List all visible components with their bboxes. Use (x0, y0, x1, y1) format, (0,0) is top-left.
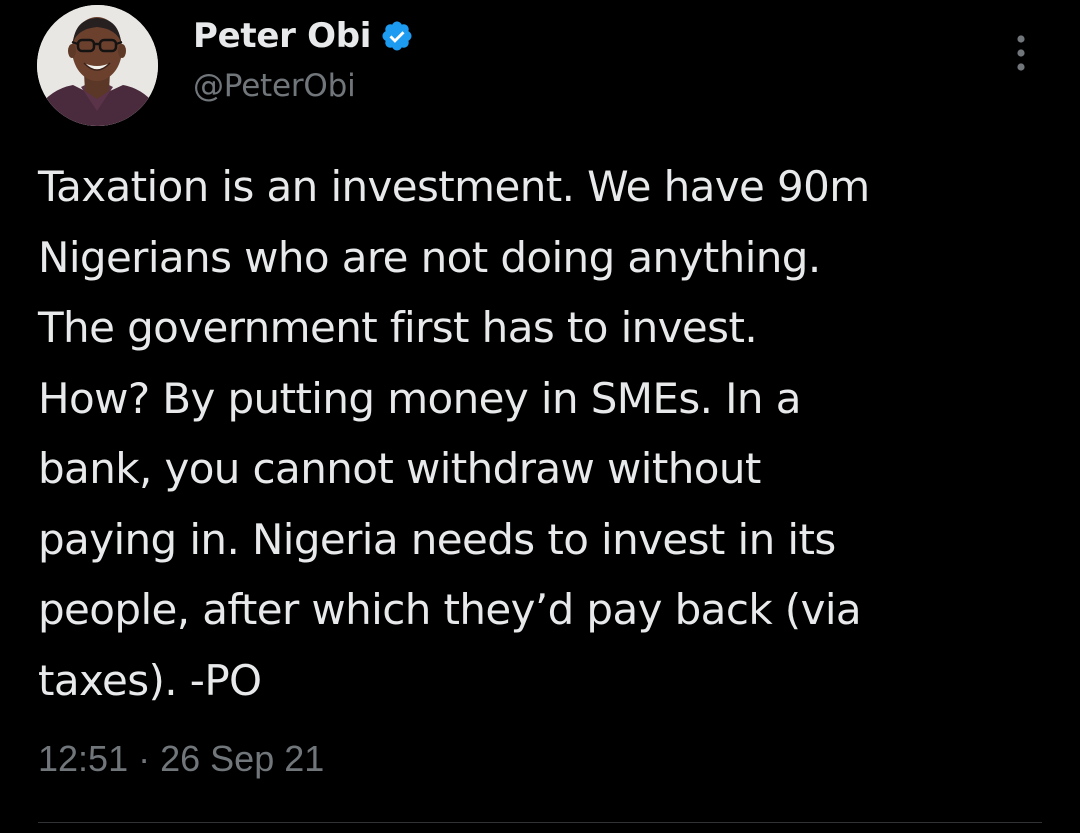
timestamp-separator: · (138, 738, 151, 779)
tweet-text-line: taxes). -PO (38, 655, 262, 705)
verified-badge-icon (380, 19, 414, 53)
author-name-row: Peter Obi (193, 14, 414, 58)
profile-photo (37, 5, 158, 126)
tweet-date: 26 Sep 21 (160, 738, 325, 779)
tweet-text-line: The government first has to invest. (38, 303, 758, 352)
more-vertical-icon (1017, 35, 1025, 71)
tweet-text-line: How? By putting money in SMEs. In a (38, 373, 801, 423)
tweet-text: Taxation is an investment. We have 90m N… (38, 152, 1058, 716)
tweet-text-line: bank, you cannot withdraw without (38, 444, 761, 493)
avatar[interactable] (37, 5, 158, 126)
tweet-text-line: Nigerians who are not doing anything. (38, 232, 821, 282)
tweet-text-line: Taxation is an investment. We have 90m (38, 162, 870, 211)
tweet-text-line: paying in. Nigeria needs to invest in it… (38, 514, 836, 564)
tweet-text-line: people, after which they’d pay back (via (38, 585, 862, 634)
tweet: Peter Obi @PeterObi Taxation is an inves… (0, 0, 1080, 833)
divider (38, 822, 1042, 823)
display-name[interactable]: Peter Obi (193, 16, 371, 56)
tweet-time: 12:51 (38, 738, 129, 779)
more-options-button[interactable] (1004, 32, 1038, 76)
tweet-timestamp[interactable]: 12:51 · 26 Sep 21 (38, 738, 324, 780)
author-handle[interactable]: @PeterObi (193, 68, 356, 104)
